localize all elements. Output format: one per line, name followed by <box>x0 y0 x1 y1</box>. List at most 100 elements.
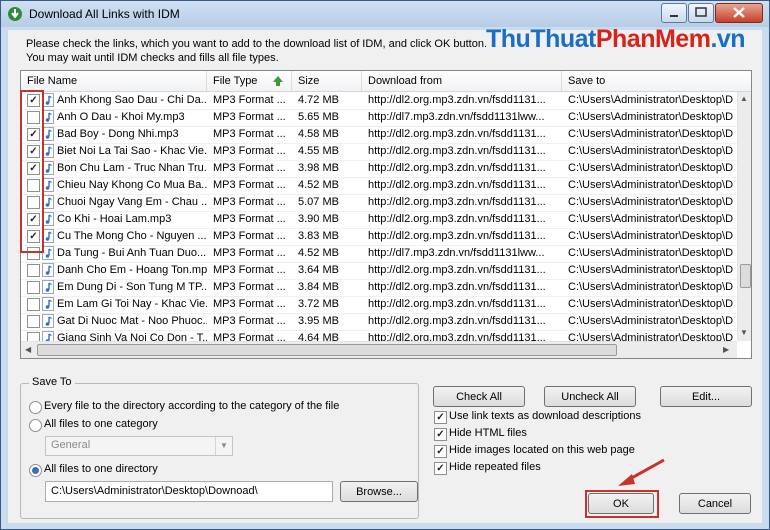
column-header-file-name[interactable]: File Name <box>21 71 207 91</box>
size-cell: 5.07 MB <box>298 196 339 208</box>
list-item[interactable]: Da Tung - Bui Anh Tuan Duo... MP3 Format … <box>21 245 737 263</box>
file-name-cell: Danh Cho Em - Hoang Ton.mp3 <box>57 264 207 276</box>
red-arrow-icon <box>618 458 665 486</box>
file-type-cell: MP3 Format ... <box>213 298 286 310</box>
file-name-cell: Em Lam Gi Toi Nay - Khac Vie... <box>57 298 207 310</box>
edit-button[interactable]: Edit... <box>660 386 752 407</box>
save-to-cell: C:\Users\Administrator\Desktop\D <box>568 111 734 123</box>
vertical-scroll-thumb[interactable] <box>740 264 751 288</box>
list-item[interactable]: Danh Cho Em - Hoang Ton.mp3 MP3 Format ..… <box>21 262 737 280</box>
watermark-part3: .vn <box>710 25 746 53</box>
option-label: Hide repeated files <box>449 461 541 473</box>
column-header-size[interactable]: Size <box>292 71 362 91</box>
column-header-save-to[interactable]: Save to <box>562 71 751 91</box>
watermark-part1: ThuThuat <box>486 25 596 53</box>
list-item[interactable]: Em Lam Gi Toi Nay - Khac Vie... MP3 Forma… <box>21 296 737 314</box>
watermark-logo: ThuThuatPhanMem.vn <box>486 25 746 54</box>
scroll-down-arrow-icon[interactable]: ▼ <box>740 328 748 337</box>
save-to-cell: C:\Users\Administrator\Desktop\D <box>568 298 734 310</box>
download-from-cell: http://dl2.org.mp3.zdn.vn/fsdd1131... <box>368 196 546 208</box>
radio-category-directory[interactable] <box>29 401 42 414</box>
scroll-left-arrow-icon[interactable]: ◀ <box>25 345 31 354</box>
size-cell: 4.55 MB <box>298 145 339 157</box>
download-from-cell: http://dl2.org.mp3.zdn.vn/fsdd1131... <box>368 145 546 157</box>
option-checkbox[interactable]: ✓ <box>434 411 447 424</box>
uncheck-all-button[interactable]: Uncheck All <box>544 386 636 407</box>
column-header-file-type[interactable]: File Type <box>207 71 292 91</box>
list-item[interactable]: Chuoi Ngay Vang Em - Chau ... MP3 Format … <box>21 194 737 212</box>
size-cell: 3.72 MB <box>298 298 339 310</box>
list-header: File Name File Type Size Download from S… <box>21 71 751 92</box>
file-name-cell: Gat Di Nuoc Mat - Noo Phuoc... <box>57 315 207 327</box>
list-item[interactable]: Chieu Nay Khong Co Mua Ba... MP3 Format .… <box>21 177 737 195</box>
option-checkbox[interactable]: ✓ <box>434 462 447 475</box>
links-list[interactable]: File Name File Type Size Download from S… <box>20 70 752 359</box>
file-type-cell: MP3 Format ... <box>213 264 286 276</box>
download-from-cell: http://dl2.org.mp3.zdn.vn/fsdd1131... <box>368 213 546 225</box>
list-item[interactable]: Gat Di Nuoc Mat - Noo Phuoc... MP3 Format… <box>21 313 737 331</box>
column-header-download-from[interactable]: Download from <box>362 71 562 91</box>
save-to-title: Save To <box>29 376 75 388</box>
size-cell: 4.52 MB <box>298 179 339 191</box>
list-item[interactable]: ✓ Cu The Mong Cho - Nguyen ... MP3 Format … <box>21 228 737 246</box>
audio-file-icon <box>42 331 54 341</box>
row-checkbox[interactable] <box>27 264 40 277</box>
audio-file-icon <box>42 314 54 328</box>
minimize-button[interactable] <box>661 3 687 23</box>
save-to-cell: C:\Users\Administrator\Desktop\D <box>568 196 734 208</box>
radio-one-directory[interactable] <box>29 464 42 477</box>
close-button[interactable] <box>715 3 763 23</box>
directory-input-value: C:\Users\Administrator\Desktop\Downoad\ <box>51 485 258 497</box>
row-checkbox[interactable] <box>27 315 40 328</box>
maximize-icon <box>695 7 707 17</box>
save-to-cell: C:\Users\Administrator\Desktop\D <box>568 162 734 174</box>
save-to-cell: C:\Users\Administrator\Desktop\D <box>568 213 734 225</box>
category-select[interactable]: General ▼ <box>45 436 233 456</box>
option-label: Use link texts as download descriptions <box>449 410 641 422</box>
list-item[interactable]: ✓ Anh Khong Sao Dau - Chi Da... MP3 Format… <box>21 92 737 110</box>
file-name-cell: Em Dung Di - Son Tung M TP.... <box>57 281 207 293</box>
list-item[interactable]: Em Dung Di - Son Tung M TP.... MP3 Format… <box>21 279 737 297</box>
title-bar[interactable]: Download All Links with IDM <box>1 1 769 27</box>
list-item[interactable]: ✓ Co Khi - Hoai Lam.mp3 MP3 Format ... 3.90… <box>21 211 737 229</box>
dialog-body: Please check the links, which you want t… <box>8 25 762 523</box>
list-item[interactable]: ✓ Biet Noi La Tai Sao - Khac Vie... MP3 Fo… <box>21 143 737 161</box>
cancel-button[interactable]: Cancel <box>679 493 751 514</box>
file-type-cell: MP3 Format ... <box>213 145 286 157</box>
save-to-cell: C:\Users\Administrator\Desktop\D <box>568 94 734 106</box>
download-from-cell: http://dl2.org.mp3.zdn.vn/fsdd1131... <box>368 94 546 106</box>
size-cell: 4.58 MB <box>298 128 339 140</box>
row-checkbox[interactable] <box>27 281 40 294</box>
radio-one-directory-label: All files to one directory <box>44 463 158 475</box>
scroll-right-arrow-icon[interactable]: ▶ <box>723 345 729 354</box>
file-type-cell: MP3 Format ... <box>213 247 286 259</box>
file-name-cell: Cu The Mong Cho - Nguyen ... <box>57 230 207 242</box>
file-type-cell: MP3 Format ... <box>213 230 286 242</box>
radio-one-category[interactable] <box>29 419 42 432</box>
window-title: Download All Links with IDM <box>29 7 180 21</box>
scroll-up-arrow-icon[interactable]: ▲ <box>740 94 748 103</box>
check-all-button[interactable]: Check All <box>433 386 525 407</box>
directory-input[interactable]: C:\Users\Administrator\Desktop\Downoad\ <box>45 481 333 502</box>
option-checkbox[interactable]: ✓ <box>434 428 447 441</box>
save-to-cell: C:\Users\Administrator\Desktop\D <box>568 264 734 276</box>
download-from-cell: http://dl7.mp3.zdn.vn/fsdd1131lww... <box>368 247 545 259</box>
file-name-cell: Anh O Dau - Khoi My.mp3 <box>57 111 185 123</box>
audio-file-icon <box>42 280 54 294</box>
file-type-cell: MP3 Format ... <box>213 213 286 225</box>
vertical-scrollbar[interactable]: ▲ ▼ <box>737 92 751 341</box>
list-item[interactable]: Anh O Dau - Khoi My.mp3 MP3 Format ... 5.6… <box>21 109 737 127</box>
maximize-button[interactable] <box>688 3 714 23</box>
row-checkbox[interactable] <box>27 332 40 341</box>
horizontal-scroll-thumb[interactable] <box>37 344 617 356</box>
save-to-cell: C:\Users\Administrator\Desktop\D <box>568 315 734 327</box>
horizontal-scrollbar[interactable]: ◀ ▶ <box>21 341 737 358</box>
list-item[interactable]: Giang Sinh Va Noi Co Don - T... MP3 Forma… <box>21 330 737 341</box>
file-name-cell: Da Tung - Bui Anh Tuan Duo... <box>57 247 207 259</box>
size-cell: 3.83 MB <box>298 230 339 242</box>
row-checkbox[interactable] <box>27 298 40 311</box>
browse-button[interactable]: Browse... <box>340 481 418 502</box>
list-item[interactable]: ✓ Bad Boy - Dong Nhi.mp3 MP3 Format ... 4.5… <box>21 126 737 144</box>
list-item[interactable]: ✓ Bon Chu Lam - Truc Nhan Tru... MP3 Forma… <box>21 160 737 178</box>
option-checkbox[interactable]: ✓ <box>434 445 447 458</box>
